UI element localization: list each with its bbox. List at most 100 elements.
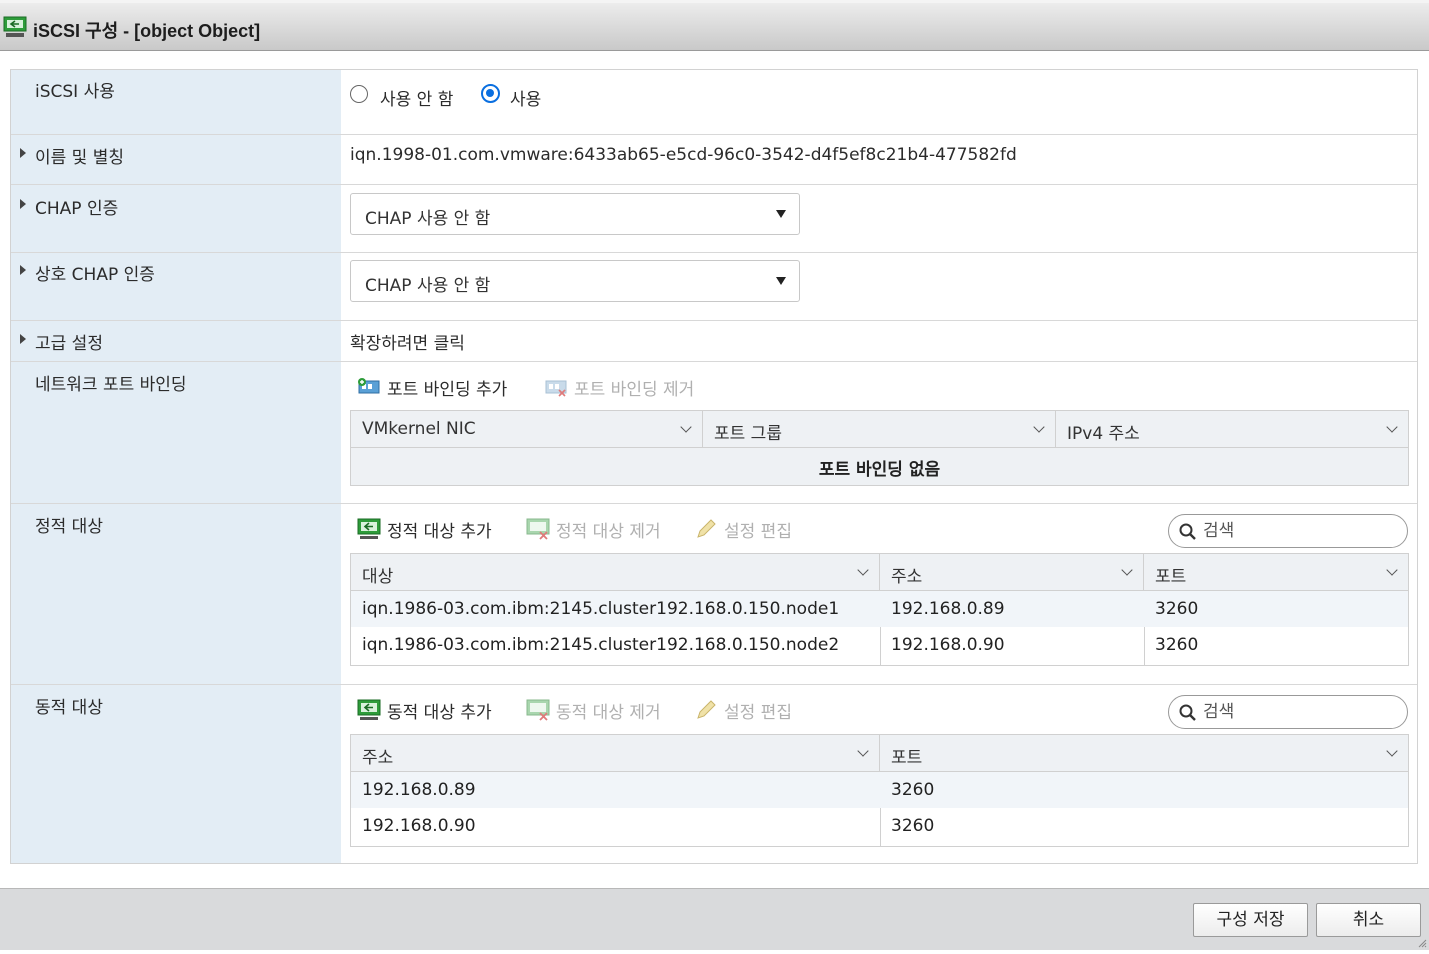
row-chap-auth: CHAP 인증 CHAP 사용 안 함 (11, 185, 1417, 253)
name-alias-label[interactable]: 이름 및 별칭 (20, 143, 124, 168)
pencil-icon (697, 519, 716, 538)
table-row[interactable]: iqn.1986-03.com.ibm:2145.cluster192.168.… (351, 627, 1408, 663)
search-icon (1179, 523, 1196, 540)
dropdown-arrow-icon (776, 210, 786, 218)
target-add-icon (357, 518, 381, 539)
table-row[interactable]: iqn.1986-03.com.ibm:2145.cluster192.168.… (351, 591, 1408, 627)
advanced-settings-label[interactable]: 고급 설정 (20, 329, 103, 354)
empty-message: 포트 바인딩 없음 (818, 460, 941, 480)
column-header-target[interactable]: 대상 (351, 554, 880, 591)
cell-address: 192.168.0.89 (362, 780, 476, 800)
save-config-button[interactable]: 구성 저장 (1193, 903, 1308, 937)
dialog-title-bar: iSCSI 구성 - [object Object] (0, 0, 1429, 51)
target-add-icon (357, 699, 381, 720)
mutual-chap-label[interactable]: 상호 CHAP 인증 (20, 260, 155, 285)
cell-port: 3260 (1155, 599, 1199, 619)
add-port-binding-button[interactable]: 포트 바인딩 추가 (357, 374, 507, 400)
column-header-address[interactable]: 주소 (880, 554, 1144, 591)
advanced-expand-hint[interactable]: 확장하려면 클릭 (350, 329, 465, 354)
chevron-down-icon (857, 745, 869, 757)
edit-dynamic-settings-button[interactable]: 설정 편집 (694, 697, 792, 723)
cell-port: 3260 (891, 780, 935, 800)
add-static-target-button[interactable]: 정적 대상 추가 (357, 516, 492, 542)
dialog-title: iSCSI 구성 - [object Object] (33, 21, 261, 41)
column-header-ipv4[interactable]: IPv4 주소 (1056, 411, 1408, 448)
target-remove-icon (526, 518, 550, 540)
port-binding-label: 네트워크 포트 바인딩 (35, 375, 187, 395)
column-header-vmkernel-nic[interactable]: VMkernel NIC (351, 411, 703, 448)
row-advanced-settings[interactable]: 고급 설정 확장하려면 클릭 (11, 321, 1417, 362)
network-add-icon (358, 378, 380, 394)
dynamic-targets-table: 주소 포트 192.168.0.89 3260 192.168.0.90 326… (350, 734, 1409, 847)
dialog-footer: 구성 저장 취소 (0, 888, 1429, 950)
static-targets-table: 대상 주소 포트 iqn.1986-03.com.ibm:2145.cluste… (350, 553, 1409, 666)
cancel-button[interactable]: 취소 (1316, 903, 1421, 937)
cell-port: 3260 (1155, 635, 1199, 655)
chevron-down-icon (1386, 564, 1398, 576)
static-search-box[interactable] (1168, 514, 1408, 548)
expand-caret-icon[interactable] (20, 265, 26, 275)
chap-select-value: CHAP 사용 안 함 (365, 209, 491, 229)
mutual-chap-select-value: CHAP 사용 안 함 (365, 276, 491, 296)
cell-port: 3260 (891, 816, 935, 836)
row-mutual-chap: 상호 CHAP 인증 CHAP 사용 안 함 (11, 253, 1417, 321)
radio-enabled-label[interactable]: 사용 (510, 85, 541, 110)
pencil-icon (697, 700, 716, 719)
port-binding-table-header: VMkernel NIC 포트 그룹 IPv4 주소 (351, 411, 1408, 448)
static-search-input[interactable] (1201, 520, 1396, 542)
chevron-down-icon (680, 421, 692, 433)
radio-disabled-label[interactable]: 사용 안 함 (380, 85, 453, 110)
expand-caret-icon[interactable] (20, 148, 26, 158)
column-header-address[interactable]: 주소 (351, 735, 880, 772)
iscsi-storage-icon (3, 16, 27, 37)
chap-auth-label[interactable]: CHAP 인증 (20, 194, 118, 219)
search-icon (1179, 704, 1196, 721)
table-row[interactable]: 192.168.0.90 3260 (351, 808, 1408, 844)
iqn-name-value: iqn.1998-01.com.vmware:6433ab65-e5cd-96c… (350, 145, 1017, 165)
network-remove-icon (545, 380, 567, 397)
expand-caret-icon[interactable] (20, 334, 26, 344)
static-targets-label: 정적 대상 (35, 517, 103, 537)
dropdown-arrow-icon (776, 277, 786, 285)
remove-port-binding-button[interactable]: 포트 바인딩 제거 (544, 374, 694, 400)
edit-static-settings-button[interactable]: 설정 편집 (694, 516, 792, 542)
radio-disabled[interactable] (350, 85, 368, 103)
column-header-port[interactable]: 포트 (880, 735, 1408, 772)
cell-target: iqn.1986-03.com.ibm:2145.cluster192.168.… (362, 635, 840, 655)
remove-static-target-button[interactable]: 정적 대상 제거 (526, 516, 661, 542)
chevron-down-icon (1386, 421, 1398, 433)
cell-address: 192.168.0.89 (891, 599, 1005, 619)
chevron-down-icon (857, 564, 869, 576)
dynamic-targets-table-header: 주소 포트 (351, 735, 1408, 772)
add-dynamic-target-button[interactable]: 동적 대상 추가 (357, 697, 492, 723)
chevron-down-icon (1386, 745, 1398, 757)
expand-caret-icon[interactable] (20, 199, 26, 209)
mutual-chap-select[interactable]: CHAP 사용 안 함 (350, 260, 800, 302)
dynamic-search-input[interactable] (1201, 701, 1396, 723)
row-dynamic-targets: 동적 대상 동적 대상 추가 동적 대상 제거 설정 편집 검색 주소 포트 1… (11, 685, 1417, 865)
port-binding-table: VMkernel NIC 포트 그룹 IPv4 주소 포트 바인딩 없음 (350, 410, 1409, 486)
row-static-targets: 정적 대상 정적 대상 추가 정적 대상 제거 설정 편집 검색 대상 주소 포… (11, 504, 1417, 685)
radio-enabled[interactable] (481, 84, 500, 103)
iscsi-enable-label: iSCSI 사용 (35, 82, 115, 102)
remove-dynamic-target-button[interactable]: 동적 대상 제거 (526, 697, 661, 723)
column-header-port[interactable]: 포트 (1144, 554, 1408, 591)
row-port-binding: 네트워크 포트 바인딩 포트 바인딩 추가 포트 바인딩 제거 VMkernel… (11, 362, 1417, 504)
iscsi-config-form: iSCSI 사용 사용 안 함 사용 이름 및 별칭 iqn.1998-01.c… (10, 69, 1418, 864)
chevron-down-icon (1121, 564, 1133, 576)
port-binding-empty-row: 포트 바인딩 없음 (351, 448, 1408, 485)
column-header-port-group[interactable]: 포트 그룹 (703, 411, 1056, 448)
static-targets-table-header: 대상 주소 포트 (351, 554, 1408, 591)
row-iscsi-enable: iSCSI 사용 사용 안 함 사용 (11, 70, 1417, 135)
cell-target: iqn.1986-03.com.ibm:2145.cluster192.168.… (362, 599, 840, 619)
row-name-alias[interactable]: 이름 및 별칭 iqn.1998-01.com.vmware:6433ab65-… (11, 135, 1417, 185)
table-row[interactable]: 192.168.0.89 3260 (351, 772, 1408, 808)
chevron-down-icon (1033, 421, 1045, 433)
target-remove-icon (526, 699, 550, 721)
cell-address: 192.168.0.90 (362, 816, 476, 836)
dynamic-targets-label: 동적 대상 (35, 698, 103, 718)
cell-address: 192.168.0.90 (891, 635, 1005, 655)
dynamic-search-box[interactable] (1168, 695, 1408, 729)
resize-grip-icon[interactable] (1417, 938, 1427, 948)
chap-select[interactable]: CHAP 사용 안 함 (350, 193, 800, 235)
